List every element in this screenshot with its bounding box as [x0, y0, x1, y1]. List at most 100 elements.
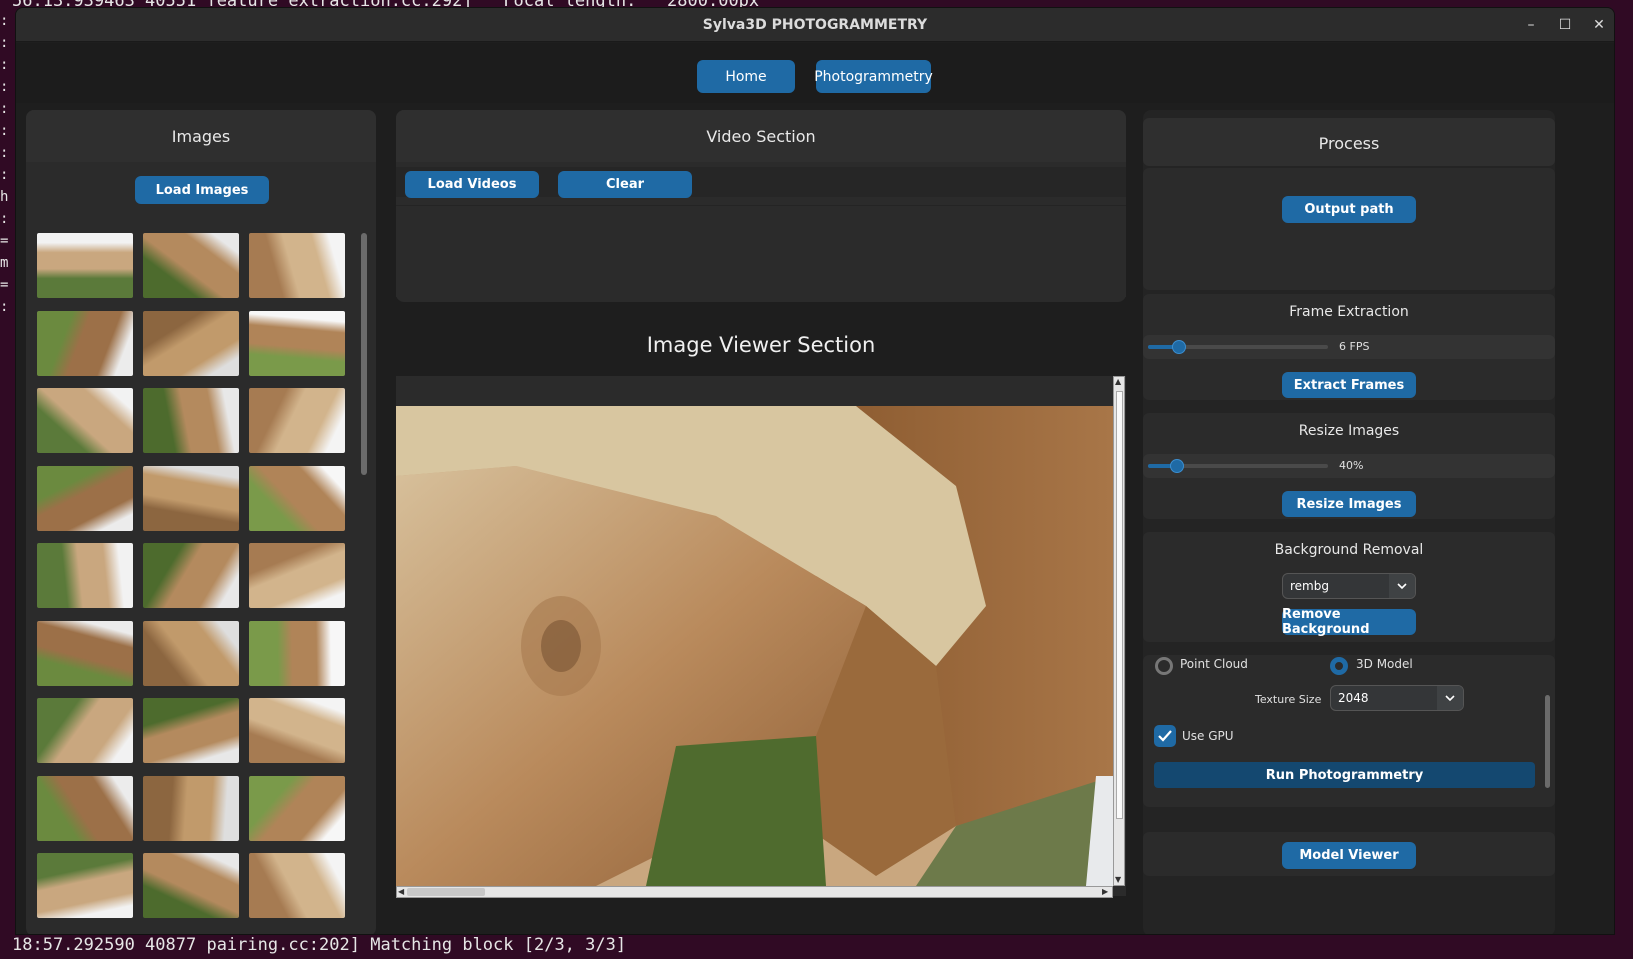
process-title: Process — [1318, 134, 1380, 153]
point-cloud-label: Point Cloud — [1180, 657, 1248, 671]
bg-method-value: rembg — [1290, 579, 1329, 593]
model-viewer-section: Model Viewer — [1143, 832, 1555, 876]
terminal-bottom-line: 18:57.292590 40877 pairing.cc:202] Match… — [12, 935, 627, 955]
fps-value: 6 FPS — [1339, 340, 1370, 353]
image-thumbnail[interactable] — [37, 853, 133, 919]
resize-slider[interactable] — [1148, 459, 1328, 473]
image-thumbnail[interactable] — [37, 543, 133, 609]
image-thumbnail[interactable] — [37, 775, 133, 841]
texture-size-value: 2048 — [1338, 691, 1369, 705]
load-images-button[interactable]: Load Images — [135, 176, 269, 204]
load-videos-button[interactable]: Load Videos — [405, 171, 539, 198]
video-section: Video Section Load Videos Clear — [396, 110, 1126, 302]
use-gpu-label: Use GPU — [1182, 729, 1234, 743]
background-removal-title: Background Removal — [1274, 542, 1424, 558]
image-thumbnail[interactable] — [249, 388, 345, 454]
video-list-area — [396, 205, 1126, 297]
extract-frames-button[interactable]: Extract Frames — [1282, 372, 1416, 398]
image-thumbnail[interactable] — [143, 620, 239, 686]
image-thumbnail[interactable] — [249, 233, 345, 298]
resize-images-button[interactable]: Resize Images — [1282, 491, 1416, 517]
title-bar[interactable]: Sylva3D PHOTOGRAMMETRY – ☐ ✕ — [16, 8, 1614, 42]
home-button[interactable]: Home — [697, 60, 795, 93]
use-gpu-checkbox[interactable] — [1154, 725, 1176, 747]
frame-extraction-section: Frame Extraction 6 FPS Extract Frames — [1143, 294, 1555, 400]
image-thumbnail[interactable] — [143, 853, 239, 919]
clear-button[interactable]: Clear — [558, 171, 692, 198]
image-thumbnail[interactable] — [37, 310, 133, 376]
viewer-vertical-scrollbar[interactable]: ▲ ▼ — [1113, 376, 1125, 886]
images-panel-title: Images — [26, 110, 376, 162]
image-thumbnail[interactable] — [143, 233, 239, 298]
photogrammetry-button[interactable]: Photogrammetry — [814, 60, 933, 93]
run-photogrammetry-button[interactable]: Run Photogrammetry — [1154, 762, 1535, 788]
images-scrollbar[interactable] — [361, 233, 367, 475]
image-thumbnail[interactable] — [143, 775, 239, 841]
close-button[interactable]: ✕ — [1592, 17, 1606, 33]
image-thumbnail[interactable] — [37, 388, 133, 454]
maximize-button[interactable]: ☐ — [1558, 17, 1572, 33]
process-panel: Process Output path Frame Extraction 6 F… — [1143, 110, 1555, 934]
image-thumbnail[interactable] — [37, 465, 133, 531]
chevron-down-icon[interactable] — [1389, 574, 1415, 598]
image-thumbnail[interactable] — [249, 620, 345, 686]
image-thumbnail[interactable] — [37, 698, 133, 764]
3d-model-radio[interactable] — [1330, 657, 1348, 675]
resize-images-title: Resize Images — [1298, 423, 1400, 439]
app-window: Sylva3D PHOTOGRAMMETRY – ☐ ✕ Home Photog… — [15, 7, 1615, 935]
fps-slider-knob[interactable] — [1171, 340, 1186, 354]
images-panel: Images Load Images — [26, 110, 376, 934]
texture-size-dropdown[interactable]: 2048 — [1330, 685, 1464, 711]
fps-slider[interactable] — [1148, 340, 1328, 354]
texture-size-label: Texture Size — [1255, 693, 1322, 706]
3d-model-label: 3D Model — [1356, 657, 1413, 671]
top-navigation: Home Photogrammetry — [16, 43, 1614, 103]
output-path-button[interactable]: Output path — [1282, 196, 1416, 223]
video-section-title: Video Section — [396, 110, 1126, 162]
minimize-button[interactable]: – — [1524, 17, 1538, 33]
image-thumbnail[interactable] — [249, 465, 345, 531]
chevron-down-icon[interactable] — [1437, 686, 1463, 710]
video-toolbar: Load Videos Clear — [396, 167, 1126, 198]
photogrammetry-section: Point Cloud 3D Model Texture Size 2048 U… — [1143, 655, 1555, 807]
image-thumbnail[interactable] — [143, 698, 239, 764]
image-thumbnail[interactable] — [143, 388, 239, 454]
viewer-hscroll-thumb[interactable] — [407, 888, 485, 896]
image-thumbnail[interactable] — [249, 775, 345, 841]
resize-slider-row: 40% — [1143, 454, 1555, 478]
image-thumbnail[interactable] — [249, 698, 345, 764]
image-thumbnail[interactable] — [249, 543, 345, 609]
scroll-down-icon[interactable]: ▼ — [1115, 875, 1121, 885]
image-viewer: ▲ ▼ ◀ ▶ — [396, 376, 1126, 898]
resize-images-section: Resize Images 40% Resize Images — [1143, 413, 1555, 519]
resize-value: 40% — [1339, 459, 1364, 472]
model-viewer-button[interactable]: Model Viewer — [1282, 842, 1416, 869]
image-thumbnail[interactable] — [143, 310, 239, 376]
thumbnail-grid — [37, 233, 347, 923]
scroll-right-icon[interactable]: ▶ — [1102, 887, 1108, 897]
window-controls: – ☐ ✕ — [1524, 8, 1606, 42]
frame-extraction-title: Frame Extraction — [1289, 304, 1409, 320]
process-header: Process — [1143, 118, 1555, 166]
image-viewer-title: Image Viewer Section — [646, 333, 876, 357]
remove-background-button[interactable]: Remove Background — [1282, 607, 1416, 637]
bg-method-dropdown[interactable]: rembg — [1282, 573, 1416, 599]
image-thumbnail[interactable] — [37, 233, 133, 298]
resize-slider-knob[interactable] — [1169, 459, 1184, 473]
point-cloud-radio[interactable] — [1155, 657, 1173, 675]
viewer-horizontal-scrollbar[interactable]: ◀ ▶ — [396, 886, 1113, 898]
process-scrollbar[interactable] — [1545, 695, 1550, 788]
viewer-image — [396, 406, 1113, 886]
image-thumbnail[interactable] — [143, 465, 239, 531]
image-thumbnail[interactable] — [249, 310, 345, 376]
scroll-up-icon[interactable]: ▲ — [1115, 377, 1121, 387]
fps-slider-row: 6 FPS — [1143, 335, 1555, 359]
image-thumbnail[interactable] — [37, 620, 133, 686]
scroll-left-icon[interactable]: ◀ — [398, 887, 404, 897]
image-thumbnail[interactable] — [143, 543, 239, 609]
image-thumbnail[interactable] — [249, 853, 345, 919]
viewer-vscroll-thumb[interactable] — [1116, 391, 1123, 819]
window-title: Sylva3D PHOTOGRAMMETRY — [702, 16, 928, 33]
checkmark-icon — [1158, 730, 1172, 742]
background-removal-section: Background Removal rembg Remove Backgrou… — [1143, 532, 1555, 642]
